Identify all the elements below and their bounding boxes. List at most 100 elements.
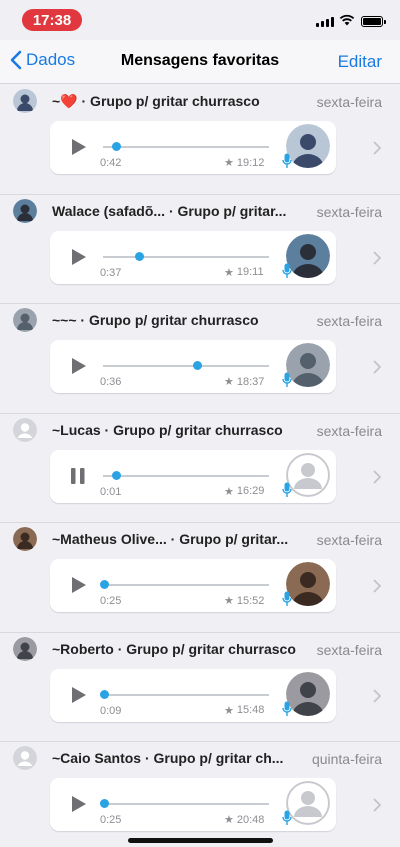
message-timestamp: ★ 18:37: [224, 375, 265, 389]
message-time: 16:29: [236, 485, 265, 497]
audio-progress-track[interactable]: [103, 146, 269, 148]
voice-message-bubble[interactable]: 0:09 ★ 15:48: [50, 668, 336, 722]
message-timestamp: ★ 16:29: [224, 485, 264, 498]
audio-progress-track[interactable]: [103, 255, 269, 258]
message-date: sexta-feira: [316, 641, 382, 658]
sender-and-group: ~Caio Santos · Grupo p/ gritar ch...: [52, 750, 284, 766]
battery-icon: [361, 16, 386, 27]
sender-avatar: [13, 527, 37, 551]
audio-progress-track[interactable]: [103, 693, 269, 696]
audio-progress-track[interactable]: [103, 474, 269, 477]
status-time: 17:38: [22, 9, 82, 31]
microphone-icon: [282, 591, 292, 606]
audio-duration: 0:09: [100, 704, 122, 717]
message-time: 19:12: [236, 156, 265, 169]
starred-messages-list: ~❤️ · Grupo p/ gritar churrasco sexta-fe…: [0, 85, 400, 847]
audio-progress-knob[interactable]: [100, 689, 110, 699]
message-time: 15:48: [236, 704, 265, 716]
sender-and-group: ~~~ · Grupo p/ gritar churrasco: [52, 312, 259, 328]
message-time: 20:48: [236, 813, 265, 826]
sender-photo: [286, 343, 330, 387]
audio-progress-track[interactable]: [103, 365, 269, 367]
sender-photo: [286, 452, 330, 497]
sender-avatar: [13, 308, 37, 332]
voice-message-bubble[interactable]: 0:01 ★ 16:29: [50, 449, 336, 503]
message-timestamp: ★ 15:52: [224, 594, 265, 608]
audio-progress-knob[interactable]: [111, 470, 121, 480]
chevron-right-icon[interactable]: [373, 141, 382, 155]
message-date: sexta-feira: [316, 532, 382, 548]
play-icon[interactable]: [69, 247, 87, 267]
message-time: 19:11: [236, 266, 264, 278]
message-date: sexta-feira: [316, 422, 382, 439]
sender-and-group: ~Roberto · Grupo p/ gritar churrasco: [52, 640, 296, 657]
starred-message-item[interactable]: ~Lucas · Grupo p/ gritar churrasco sexta…: [0, 414, 400, 523]
play-icon[interactable]: [69, 356, 87, 376]
message-date: sexta-feira: [316, 203, 382, 220]
audio-progress-knob[interactable]: [100, 580, 110, 589]
message-timestamp: ★ 19:11: [224, 266, 264, 279]
voice-message-bubble[interactable]: 0:25 ★ 15:52: [50, 559, 336, 612]
play-icon[interactable]: [69, 137, 87, 157]
audio-duration: 0:25: [100, 595, 122, 607]
sender-and-group: ~❤️ · Grupo p/ gritar churrasco: [52, 93, 260, 109]
message-time: 18:37: [236, 375, 265, 388]
voice-message-bubble[interactable]: 0:36 ★ 18:37: [50, 340, 336, 393]
starred-message-item[interactable]: ~Caio Santos · Grupo p/ gritar ch... qui…: [0, 742, 400, 847]
audio-progress-knob[interactable]: [193, 361, 203, 370]
microphone-icon: [282, 701, 292, 716]
play-icon[interactable]: [69, 575, 87, 595]
sender-photo: [286, 671, 330, 716]
sender-and-group: Walace (safadõ... · Grupo p/ gritar...: [52, 202, 287, 219]
audio-duration: 0:36: [100, 376, 122, 388]
audio-progress-track[interactable]: [103, 803, 269, 805]
message-timestamp: ★ 15:48: [224, 704, 264, 717]
pause-icon[interactable]: [69, 466, 87, 486]
chevron-right-icon[interactable]: [373, 470, 382, 484]
microphone-icon: [282, 810, 292, 825]
chevron-right-icon[interactable]: [373, 579, 382, 593]
star-icon: ★: [224, 266, 234, 279]
sender-avatar: [13, 89, 37, 113]
starred-message-item[interactable]: Walace (safadõ... · Grupo p/ gritar... s…: [0, 195, 400, 304]
audio-duration: 0:37: [100, 266, 122, 279]
microphone-icon: [282, 482, 292, 497]
sender-photo: [286, 233, 330, 278]
audio-progress-knob[interactable]: [100, 799, 110, 808]
starred-message-item[interactable]: ~Roberto · Grupo p/ gritar churrasco sex…: [0, 633, 400, 742]
audio-progress-knob[interactable]: [111, 142, 121, 151]
sender-photo: [286, 781, 330, 825]
status-bar: 17:38: [0, 0, 400, 40]
starred-message-item[interactable]: ~❤️ · Grupo p/ gritar churrasco sexta-fe…: [0, 85, 400, 195]
message-time: 15:52: [236, 594, 265, 607]
audio-progress-track[interactable]: [103, 584, 269, 586]
star-icon: ★: [224, 595, 234, 607]
chevron-right-icon[interactable]: [373, 251, 382, 265]
chevron-right-icon[interactable]: [373, 360, 382, 374]
star-icon: ★: [224, 814, 234, 826]
voice-message-bubble[interactable]: 0:25 ★ 20:48: [50, 778, 336, 831]
microphone-icon: [282, 263, 292, 278]
sender-and-group: ~Lucas · Grupo p/ gritar churrasco: [52, 421, 283, 438]
audio-duration: 0:25: [100, 814, 122, 826]
microphone-icon: [282, 153, 292, 168]
message-date: quinta-feira: [311, 751, 382, 767]
starred-message-item[interactable]: ~~~ · Grupo p/ gritar churrasco sexta-fe…: [0, 304, 400, 414]
play-icon[interactable]: [69, 794, 87, 814]
chevron-right-icon[interactable]: [373, 689, 382, 703]
wifi-icon: [339, 14, 355, 26]
sender-photo: [286, 124, 330, 168]
voice-message-bubble[interactable]: 0:37 ★ 19:11: [50, 230, 336, 284]
play-icon[interactable]: [69, 685, 87, 705]
sender-avatar: [13, 198, 37, 223]
chevron-right-icon[interactable]: [373, 798, 382, 812]
voice-message-bubble[interactable]: 0:42 ★ 19:12: [50, 121, 336, 174]
sender-avatar: [13, 746, 37, 770]
audio-progress-knob[interactable]: [135, 251, 145, 261]
sender-avatar: [13, 417, 37, 442]
star-icon: ★: [224, 485, 234, 498]
edit-button[interactable]: Editar: [338, 52, 382, 72]
message-timestamp: ★ 19:12: [224, 156, 265, 170]
starred-message-item[interactable]: ~Matheus Olive... · Grupo p/ gritar... s…: [0, 523, 400, 633]
message-date: sexta-feira: [316, 94, 382, 110]
